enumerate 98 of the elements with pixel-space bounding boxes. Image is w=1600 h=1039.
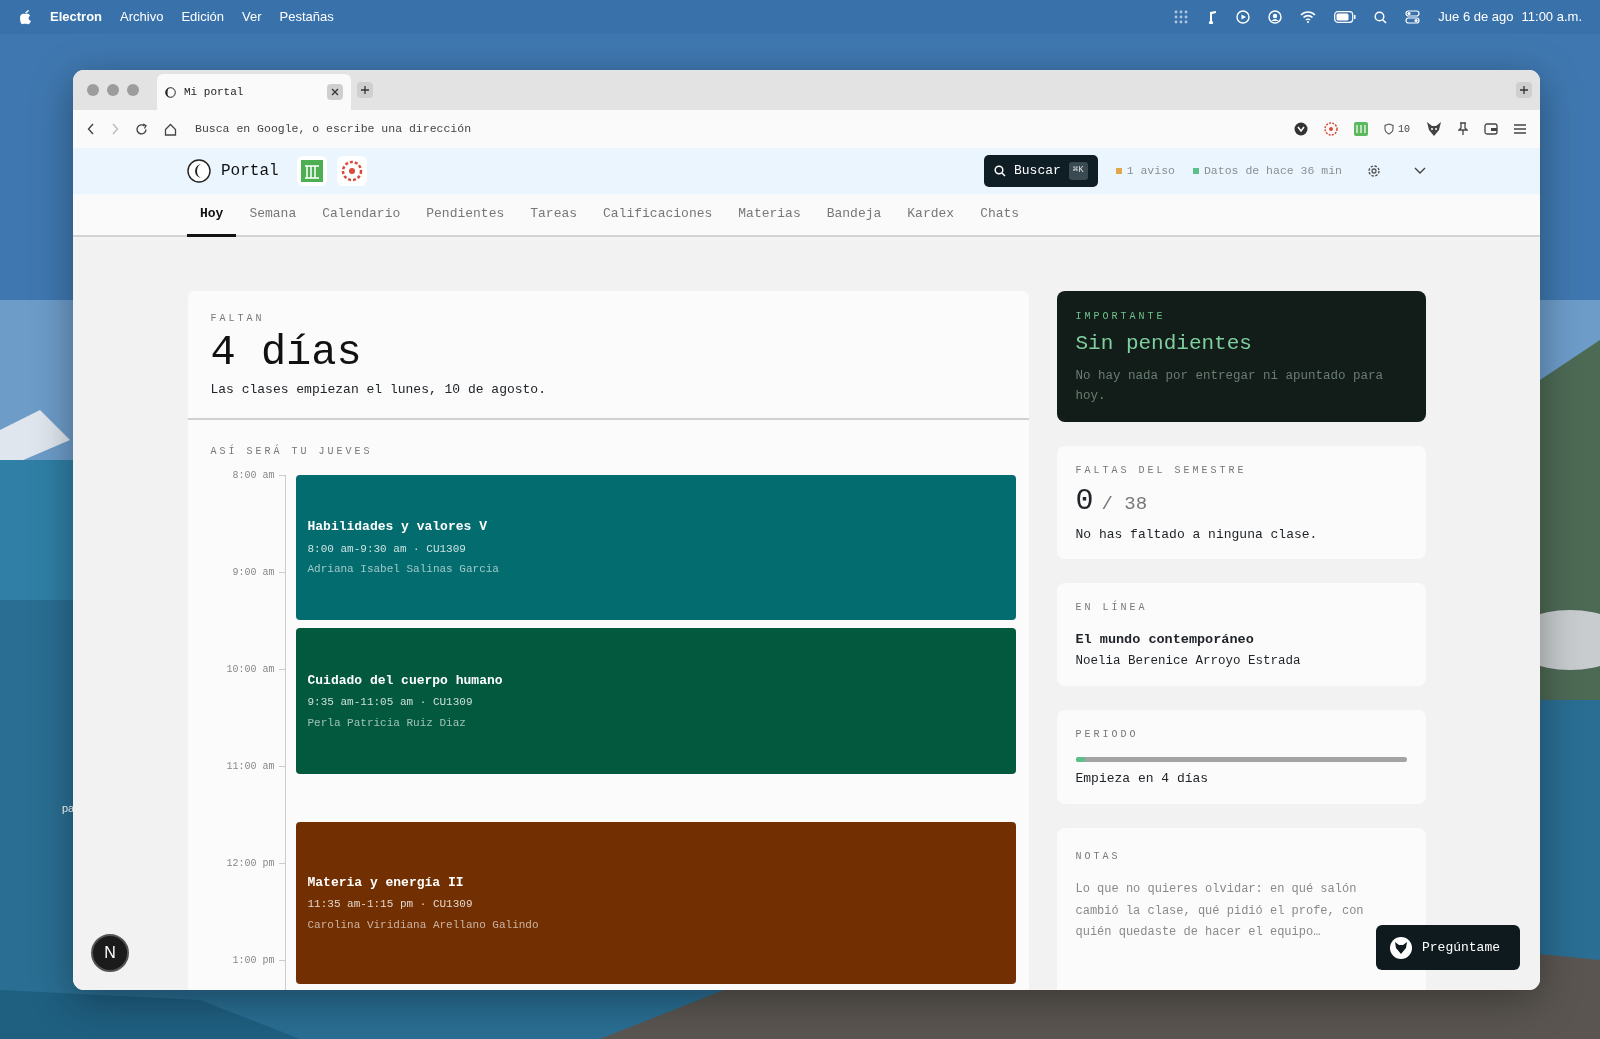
pin-icon[interactable] xyxy=(1458,122,1468,136)
class-title: Materia y energía II xyxy=(307,873,465,892)
user-icon[interactable] xyxy=(1268,10,1283,24)
menu-item[interactable]: Edición xyxy=(181,7,224,27)
time-label: 8:00 am xyxy=(231,468,275,483)
search-icon[interactable] xyxy=(1374,10,1388,24)
section-label: IMPORTANTE xyxy=(1075,310,1167,324)
menu-bar-date[interactable]: Jue 6 de ago xyxy=(1438,7,1514,27)
music-note-icon[interactable] xyxy=(1206,10,1219,24)
section-label: FALTAN xyxy=(210,312,266,326)
nav-tab[interactable]: Bandeja xyxy=(813,194,895,237)
nav-tab[interactable]: Chats xyxy=(967,194,1033,237)
important-title: Sin pendientes xyxy=(1075,331,1253,357)
grid-icon[interactable] xyxy=(1174,10,1189,24)
class-details: 9:35 am-11:05 am · CU1309 xyxy=(307,695,474,711)
countdown-note: Las clases empiezan el lunes, 10 de agosto. xyxy=(210,381,547,400)
section-label: NOTAS xyxy=(1075,849,1122,864)
desktop-label: pa xyxy=(62,801,75,816)
plus-icon xyxy=(1520,86,1528,94)
class-block[interactable]: Habilidades y valores V 8:00 am-9:30 am · CU1309 Adriana Isabel Salinas Garcia xyxy=(295,474,1016,621)
important-note: No hay nada por entregar ni apuntado para hoy. xyxy=(1075,367,1385,405)
absence-count: 0 xyxy=(1075,483,1094,520)
class-details: 8:00 am-9:30 am · CU1309 xyxy=(307,541,467,557)
course-title: El mundo contemporáneo xyxy=(1075,630,1255,649)
teacher-name: Noelia Berenice Arroyo Estrada xyxy=(1075,652,1302,670)
play-icon[interactable] xyxy=(1236,10,1251,24)
shield-icon xyxy=(1384,123,1394,135)
new-tab-button[interactable] xyxy=(357,82,373,98)
absence-note: No has faltado a ninguna clase. xyxy=(1075,525,1319,544)
apple-icon[interactable] xyxy=(18,9,32,25)
class-details: 11:35 am-1:15 pm · CU1309 xyxy=(307,897,474,913)
app-shortcut-button[interactable] xyxy=(296,156,327,186)
class-teacher: Adriana Isabel Salinas Garcia xyxy=(307,562,500,578)
search-button[interactable]: Buscar ⌘K xyxy=(984,155,1098,187)
badge-icon[interactable] xyxy=(1294,122,1308,136)
close-tab-button[interactable] xyxy=(327,84,343,100)
period-note: Empieza en 4 días xyxy=(1075,770,1210,788)
wifi-icon[interactable] xyxy=(1300,11,1317,23)
ask-button[interactable]: Pregúntame xyxy=(1376,925,1520,970)
reload-icon[interactable] xyxy=(135,122,148,136)
home-icon[interactable] xyxy=(164,122,177,136)
nav-tab[interactable]: Tareas xyxy=(517,194,591,237)
nav-tab[interactable]: Materias xyxy=(725,194,814,237)
countdown-value: 4 días xyxy=(210,330,363,377)
menu-item[interactable]: Pestañas xyxy=(279,7,334,27)
flower-icon xyxy=(340,160,363,182)
close-icon xyxy=(331,88,339,96)
address-field[interactable]: Busca en Google, o escribe una dirección xyxy=(193,119,693,139)
time-label: 10:00 am xyxy=(225,662,275,677)
nav-tab[interactable]: Kardex xyxy=(894,194,968,237)
class-teacher: Perla Patricia Ruiz Diaz xyxy=(307,715,467,731)
menu-icon[interactable] xyxy=(1514,124,1526,134)
fox-icon[interactable] xyxy=(1426,121,1442,137)
class-block[interactable]: Cuidado del cuerpo humano 9:35 am-11:05 am · CU1309 Perla Patricia Ruiz Diaz xyxy=(295,628,1016,774)
app-shortcut-button[interactable] xyxy=(336,156,367,186)
time-label: 11:00 am xyxy=(225,759,275,774)
nav-tab[interactable]: Calendario xyxy=(309,194,414,237)
status-text: 1 aviso xyxy=(1126,163,1175,180)
menu-item[interactable]: Archivo xyxy=(120,7,164,27)
fox-icon xyxy=(1390,936,1412,959)
time-label: 12:00 pm xyxy=(225,856,275,871)
flower-icon[interactable] xyxy=(1324,122,1338,136)
battery-icon[interactable] xyxy=(1334,11,1357,23)
moon-icon xyxy=(165,86,176,98)
shortcut-key: ⌘K xyxy=(1068,162,1088,180)
class-teacher: Carolina Viridiana Arellano Galindo xyxy=(307,917,540,933)
nav-tab[interactable]: Semana xyxy=(236,194,310,237)
section-label: PERIODO xyxy=(1075,727,1140,742)
chevron-down-icon[interactable] xyxy=(1414,167,1426,175)
building-icon xyxy=(300,160,323,182)
section-label: FALTAS DEL SEMESTRE xyxy=(1075,463,1248,477)
status-text: Datos de hace 36 min xyxy=(1203,163,1342,180)
time-label: 9:00 am xyxy=(231,565,275,580)
class-block[interactable]: Materia y energía II 11:35 am-1:15 pm · CU1309 Carolina Viridiana Arellano Galindo xyxy=(295,822,1016,984)
section-label: EN LÍNEA xyxy=(1075,601,1149,615)
class-title: Cuidado del cuerpo humano xyxy=(307,671,504,690)
plus-icon xyxy=(361,86,369,94)
app-menu[interactable]: Electron xyxy=(50,7,102,27)
brand-name[interactable]: Portal xyxy=(221,159,279,183)
menu-bar-time[interactable]: 11:00 a.m. xyxy=(1521,7,1582,27)
wallet-icon[interactable] xyxy=(1484,123,1498,135)
tab-title: Mi portal xyxy=(184,84,245,100)
search-icon xyxy=(994,165,1006,177)
dev-badge[interactable]: N xyxy=(91,934,129,972)
logo-icon xyxy=(187,159,211,183)
nav-tab[interactable]: Pendientes xyxy=(413,194,518,237)
new-window-button[interactable] xyxy=(1516,82,1532,98)
menu-item[interactable]: Ver xyxy=(242,7,262,27)
class-title: Habilidades y valores V xyxy=(307,518,488,537)
absence-total: / 38 xyxy=(1101,492,1148,517)
nav-tab[interactable]: Calificaciones xyxy=(590,194,726,237)
shield-counter[interactable]: 10 xyxy=(1384,121,1410,137)
time-label: 1:00 pm xyxy=(231,953,275,968)
back-icon[interactable] xyxy=(87,123,95,135)
settings-icon[interactable] xyxy=(1366,163,1382,179)
browser-tab[interactable]: Mi portal xyxy=(157,74,351,110)
section-label: ASÍ SERÁ TU JUEVES xyxy=(210,443,374,459)
control-center-icon[interactable] xyxy=(1405,10,1421,24)
